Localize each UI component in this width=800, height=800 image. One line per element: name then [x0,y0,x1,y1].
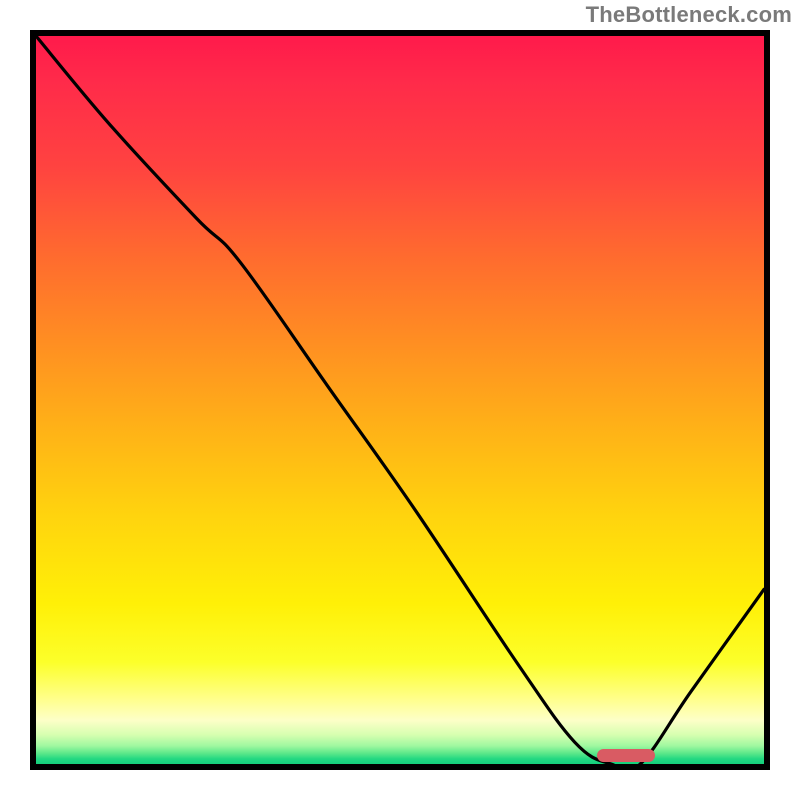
bottleneck-curve-path [36,36,764,764]
plot-frame [30,30,770,770]
attribution-label: TheBottleneck.com [586,2,792,28]
chart-container: TheBottleneck.com [0,0,800,800]
optimal-range-marker [597,749,655,762]
bottleneck-curve [36,36,764,764]
